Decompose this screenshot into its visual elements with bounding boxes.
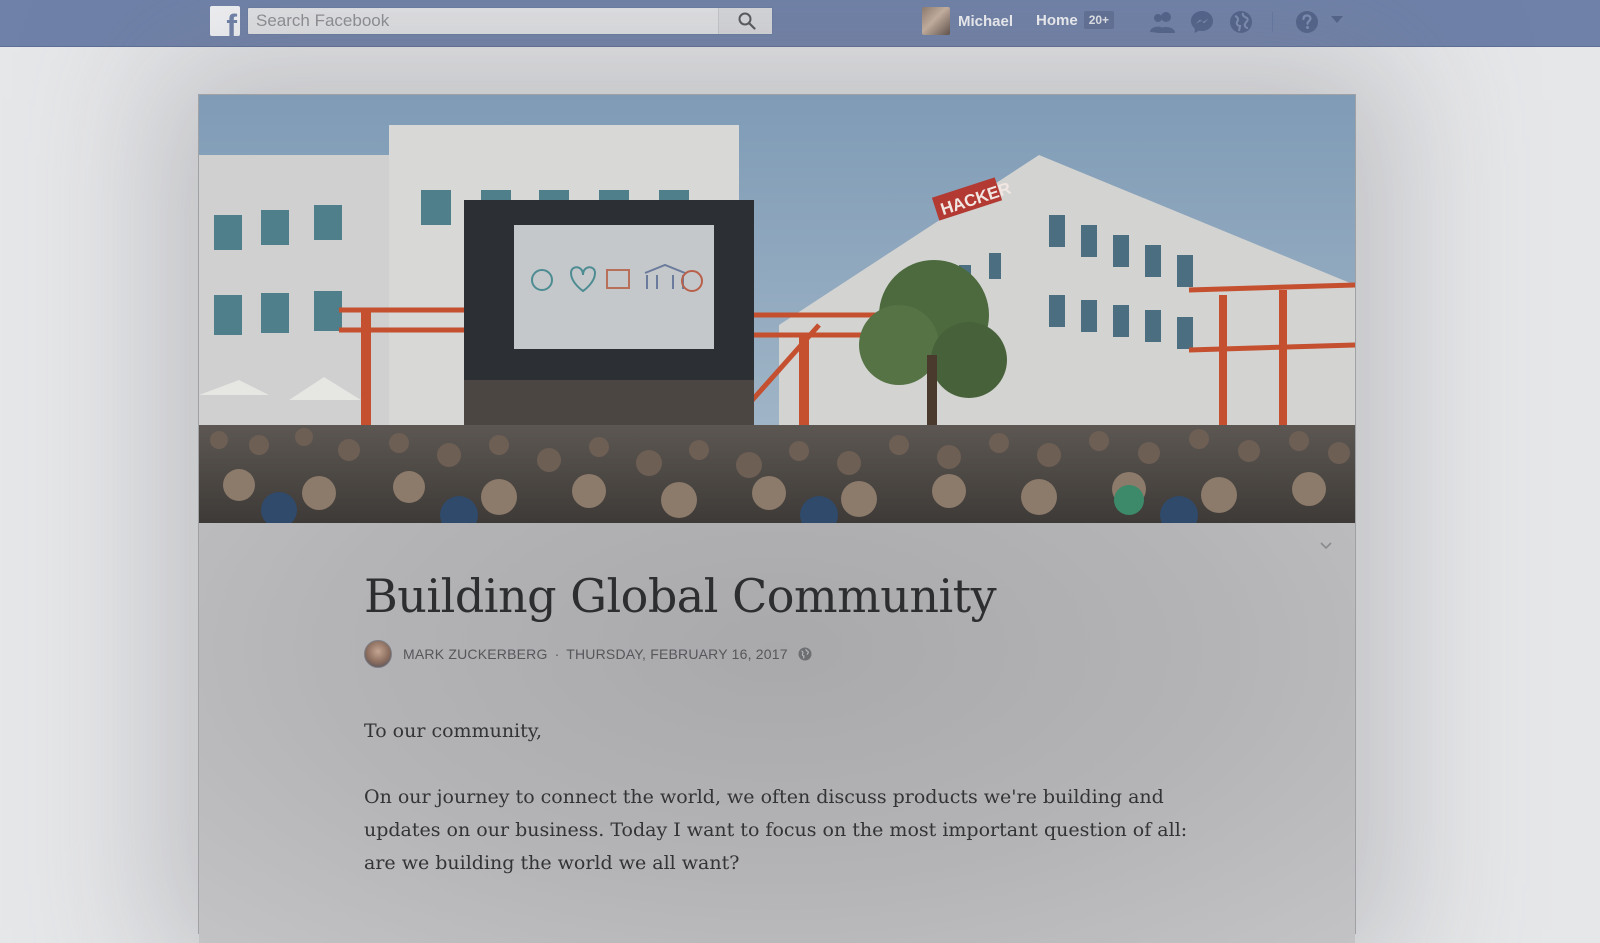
messenger-icon[interactable] <box>1189 9 1215 35</box>
note-meta: MARK ZUCKERBERG · THURSDAY, FEBRUARY 16,… <box>364 639 812 669</box>
cover-photo: HACKER <box>199 95 1355 523</box>
note-paragraph: To our community, <box>364 720 543 742</box>
note-body: Building Global Community MARK ZUCKERBER… <box>199 523 1355 943</box>
friend-requests-icon[interactable] <box>1148 9 1178 35</box>
top-navigation-bar: f Michael Home 20+ <box>0 0 1600 47</box>
globe-privacy-icon[interactable] <box>798 647 812 661</box>
question-icon[interactable] <box>1294 9 1320 35</box>
logo-letter: f <box>226 8 237 36</box>
profile-avatar <box>922 7 950 35</box>
home-notification-badge: 20+ <box>1083 11 1115 29</box>
home-label: Home <box>1036 11 1078 29</box>
author-name[interactable]: MARK ZUCKERBERG <box>403 646 548 662</box>
nav-divider <box>1272 12 1273 32</box>
note-paragraph: On our journey to connect the world, we … <box>364 786 1188 874</box>
chevron-down-icon[interactable] <box>1319 539 1333 553</box>
search-input[interactable] <box>248 8 718 34</box>
profile-name: Michael <box>958 12 1014 30</box>
note-card: HACKER Building Global Community MARK ZU… <box>198 94 1356 943</box>
globe-notifications-icon[interactable] <box>1228 9 1254 35</box>
cover-illustration: HACKER <box>199 95 1355 523</box>
note-title: Building Global Community <box>364 569 997 623</box>
meta-separator: · <box>554 646 560 662</box>
publish-date[interactable]: THURSDAY, FEBRUARY 16, 2017 <box>566 646 787 662</box>
search-box <box>247 7 773 35</box>
facebook-logo-icon[interactable]: f <box>210 6 240 36</box>
search-icon <box>738 12 756 30</box>
search-button[interactable] <box>718 8 772 34</box>
caret-down-icon[interactable] <box>1330 15 1344 25</box>
profile-link[interactable]: Michael <box>922 6 1013 36</box>
author-avatar[interactable] <box>364 640 392 668</box>
home-link[interactable]: Home 20+ <box>1036 11 1115 29</box>
